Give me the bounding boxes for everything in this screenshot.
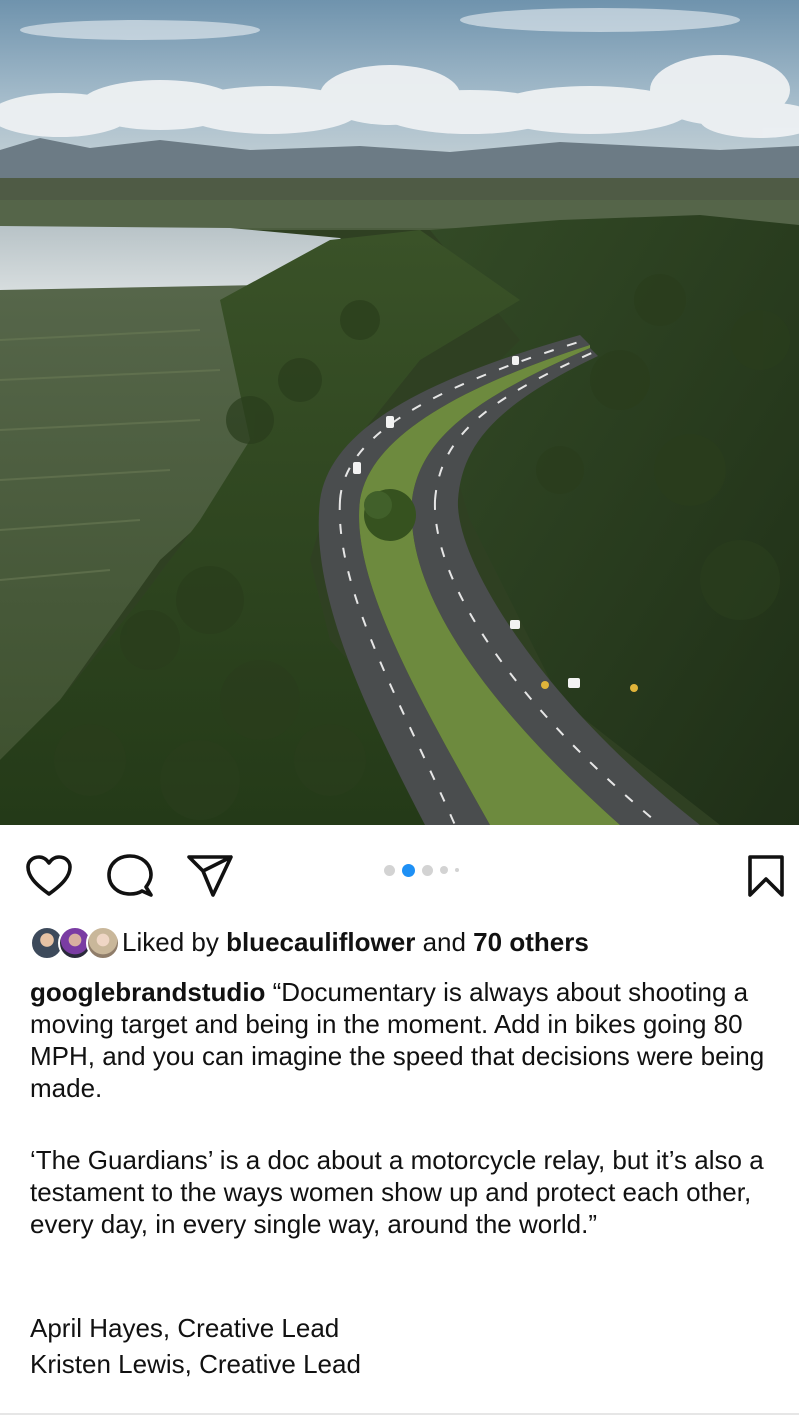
comment-icon bbox=[107, 854, 153, 897]
likes-summary[interactable]: Liked by bluecauliflower and 70 others bbox=[30, 922, 589, 962]
avatar bbox=[86, 926, 120, 960]
likes-text: Liked by bluecauliflower and 70 others bbox=[122, 922, 589, 962]
carousel-dot bbox=[440, 866, 448, 874]
caption-paragraph-2: ‘The Guardians’ is a doc about a motorcy… bbox=[30, 1144, 785, 1240]
carousel-dot-active bbox=[402, 863, 415, 877]
caption-credits: April Hayes, Creative Lead Kristen Lewis… bbox=[30, 1310, 361, 1382]
likes-joiner: and bbox=[415, 927, 474, 957]
comment-button[interactable] bbox=[105, 851, 155, 901]
caption-text-2: ‘The Guardians’ is a doc about a motorcy… bbox=[30, 1145, 764, 1239]
save-button[interactable] bbox=[741, 851, 791, 901]
share-button[interactable] bbox=[185, 851, 235, 901]
caption-paragraph-1: googlebrandstudio “Documentary is always… bbox=[30, 976, 785, 1104]
bookmark-icon bbox=[748, 855, 784, 897]
carousel-dot bbox=[422, 864, 433, 876]
credit-line: April Hayes, Creative Lead bbox=[30, 1313, 340, 1343]
credit-line: Kristen Lewis, Creative Lead bbox=[30, 1349, 361, 1379]
carousel-dot bbox=[384, 864, 395, 876]
likes-others-count[interactable]: 70 others bbox=[473, 927, 589, 957]
post-caption: googlebrandstudio “Documentary is always… bbox=[30, 976, 785, 1280]
heart-icon bbox=[26, 855, 72, 896]
liker-username[interactable]: bluecauliflower bbox=[226, 927, 415, 957]
post-photo[interactable] bbox=[0, 0, 799, 825]
carousel-dot bbox=[455, 868, 459, 872]
liker-avatars bbox=[30, 924, 122, 960]
send-icon bbox=[187, 855, 233, 897]
divider bbox=[0, 1413, 799, 1415]
caption-username[interactable]: googlebrandstudio bbox=[30, 977, 265, 1007]
likes-prefix: Liked by bbox=[122, 927, 227, 957]
like-button[interactable] bbox=[24, 851, 74, 901]
highway-landscape-image bbox=[0, 0, 799, 825]
carousel-indicator bbox=[384, 863, 459, 877]
